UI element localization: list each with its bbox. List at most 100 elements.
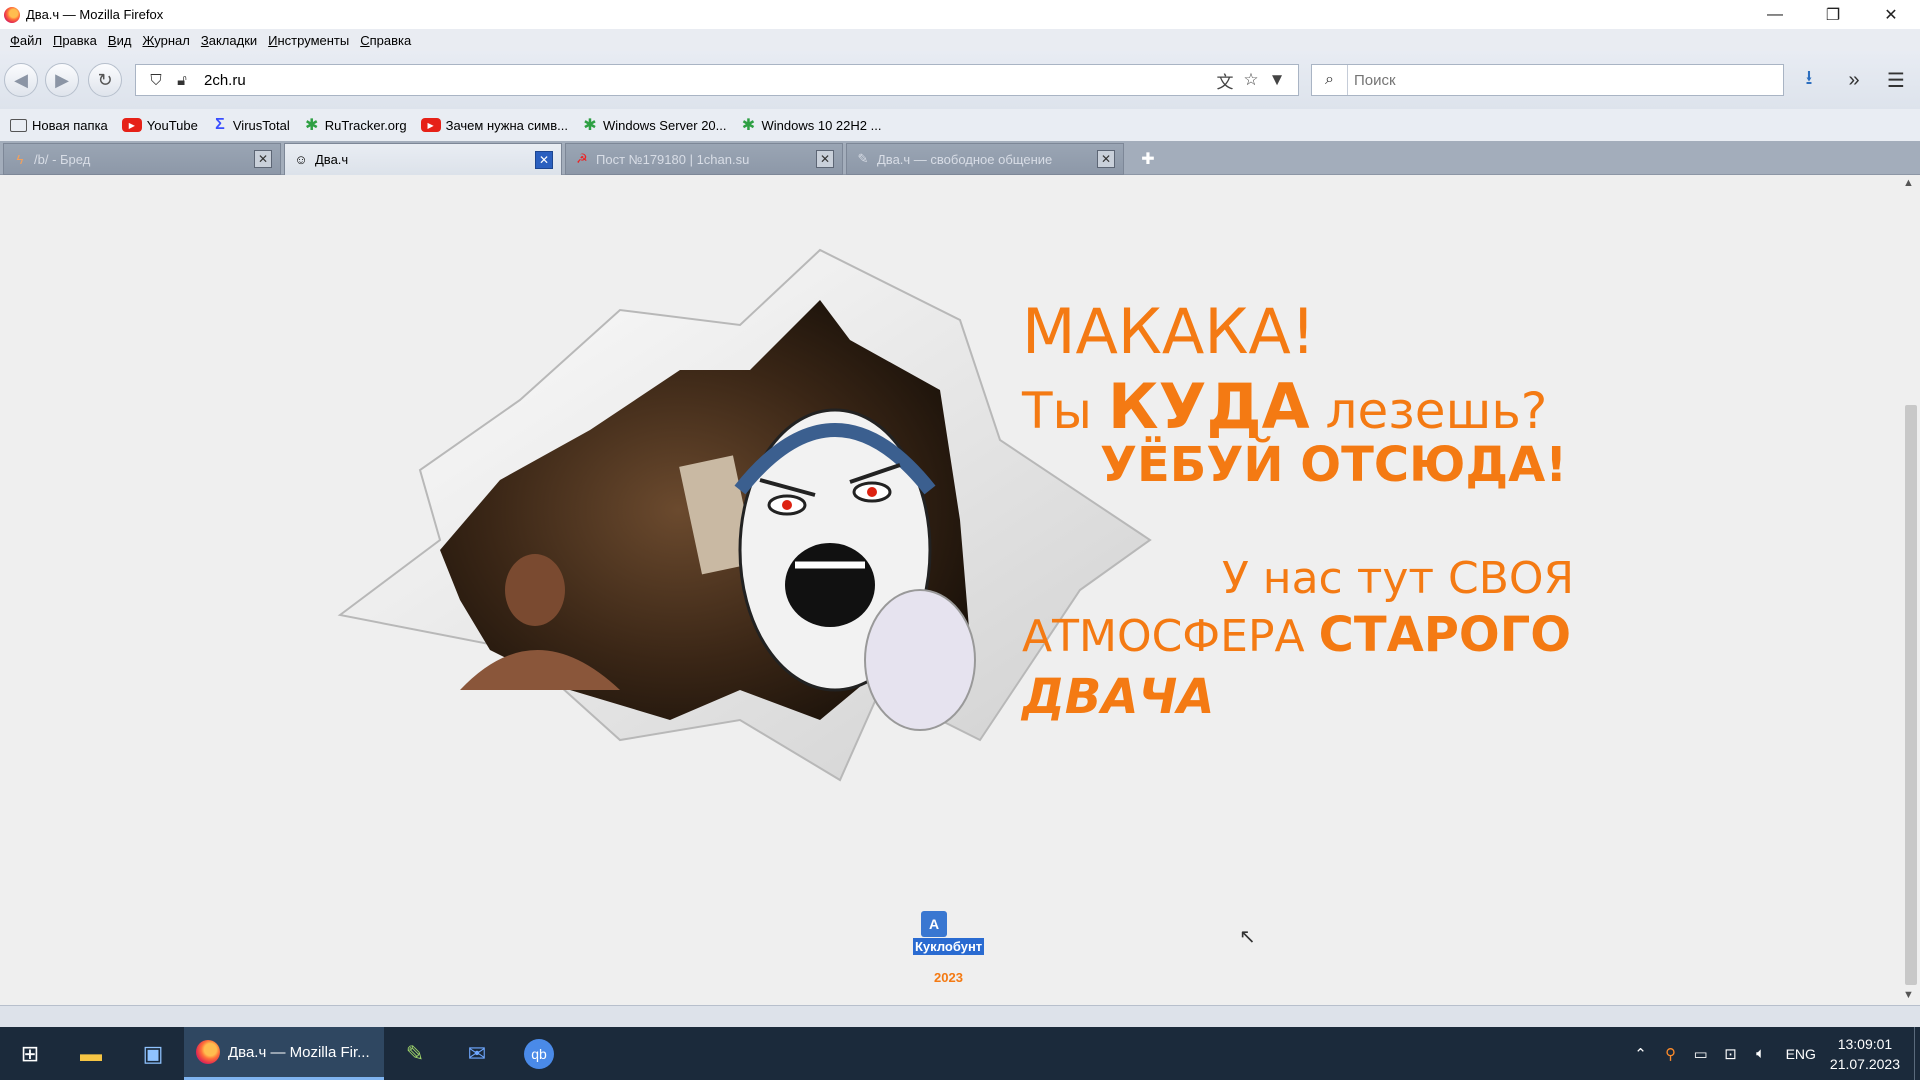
tab-close-button[interactable]: ✕ (535, 150, 553, 169)
overflow-chevron-icon[interactable]: » (1838, 65, 1870, 95)
bookmark-item[interactable]: ✱ Windows 10 22H2 ... (741, 117, 882, 134)
tab-1chan[interactable]: ☭ Пост №179180 | 1chan.su ✕ (565, 143, 843, 175)
qbittorrent-icon: qb (524, 1038, 554, 1069)
firefox-logo-icon (4, 6, 20, 23)
bookmark-item[interactable]: Новая папка (10, 118, 108, 133)
tab-close-button[interactable]: ✕ (254, 150, 272, 168)
banner-line-2: Ты КУДА лезешь? (1022, 370, 1548, 443)
control-panel-icon: ▣ (142, 1040, 164, 1066)
back-button[interactable]: ◀ (4, 63, 38, 97)
firefox-logo-icon (196, 1040, 220, 1064)
menu-file[interactable]: Файл (10, 33, 42, 48)
search-icon[interactable]: ⌕ (1312, 65, 1348, 95)
clock[interactable]: 13:09:01 21.07.2023 (1830, 1034, 1900, 1074)
bookmark-star-icon[interactable]: ☆ (1240, 69, 1262, 91)
title-bar: Два.ч — Mozilla Firefox — ❐ ✕ (0, 0, 1920, 29)
close-window-button[interactable]: ✕ (1862, 0, 1920, 29)
tab-strip: ϟ /b/ - Бред ✕ ☺ Два.ч ✕ ☭ Пост №179180 … (0, 141, 1920, 175)
rutracker-icon: ✱ (583, 117, 597, 134)
menu-history[interactable]: Журнал (142, 33, 189, 48)
tray-expand-icon[interactable]: ⌃ (1626, 1045, 1656, 1063)
start-button[interactable]: ⊞ (0, 1027, 60, 1080)
footer-year: 2023 (934, 970, 963, 985)
lightning-icon: ϟ (16, 151, 24, 167)
scrollbar-thumb[interactable] (1905, 405, 1917, 985)
taskbar-thunderbird[interactable]: ✉ (446, 1027, 508, 1080)
menu-help[interactable]: Справка (360, 33, 411, 48)
feather-icon: ✎ (857, 151, 869, 166)
forward-button[interactable]: ▶ (45, 63, 79, 97)
bookmark-item[interactable]: ▶ Зачем нужна симв... (420, 118, 568, 133)
scroll-down-icon[interactable]: ▼ (1903, 989, 1914, 1001)
taskbar-notepad[interactable]: ✎ (384, 1027, 446, 1080)
mouse-cursor-icon: ↖ (1239, 926, 1256, 948)
reload-button[interactable]: ↻ (88, 63, 122, 97)
new-tab-icon: ✚ (1141, 151, 1155, 168)
tab-bred[interactable]: ϟ /b/ - Бред ✕ (3, 143, 281, 175)
search-bar[interactable]: ⌕ (1311, 64, 1784, 96)
downloads-icon[interactable]: ⭳ (1793, 65, 1825, 95)
bookmark-item[interactable]: ▶ YouTube (121, 118, 198, 133)
search-icon[interactable]: ⚲ (1656, 1045, 1686, 1063)
bookmark-item[interactable]: Σ VirusTotal (212, 116, 290, 133)
page-viewport: МАКАКА! Ты КУДА лезешь? УЁБУЙ ОТСЮДА! У … (0, 175, 1900, 1005)
forward-arrow-icon: ▶ (55, 69, 69, 90)
tab-close-button[interactable]: ✕ (816, 150, 834, 168)
banner-line-5: АТМОСФЕРА СТАРОГО (1022, 607, 1572, 663)
banner-line-6: ДВАЧА (1022, 669, 1215, 725)
windows-logo-icon: ⊞ (20, 1040, 40, 1066)
restore-button[interactable]: ❐ (1804, 0, 1862, 29)
taskbar-explorer[interactable]: ▬ (60, 1027, 122, 1080)
clock-time: 13:09:01 (1837, 1035, 1893, 1052)
url-bar[interactable]: ⛉ 🔓︎ 2ch.ru 文 ☆ ▼ (135, 64, 1299, 96)
clock-date: 21.07.2023 (1829, 1055, 1900, 1072)
volume-icon[interactable]: 🔈︎ (1746, 1045, 1776, 1062)
taskbar-firefox[interactable]: Два.ч — Mozilla Fir... (184, 1027, 384, 1080)
chevron-down-icon[interactable]: ▼ (1266, 69, 1288, 91)
rutracker-icon: ✱ (305, 117, 319, 134)
kuklobunt-link[interactable]: Куклобунт (913, 938, 985, 955)
taskbar: ⊞ ▬ ▣ Два.ч — Mozilla Fir... ✎ ✉ qb ⌃ ⚲ … (0, 1027, 1920, 1080)
dvach-face-icon: ☺ (294, 152, 308, 167)
banner-line-3: УЁБУЙ ОТСЮДА! (1100, 437, 1568, 493)
menu-edit[interactable]: Правка (53, 33, 97, 48)
url-text[interactable]: 2ch.ru (204, 72, 1214, 89)
hamburger-menu-icon[interactable]: ☰ (1880, 65, 1912, 95)
translate-badge-icon[interactable]: A (921, 911, 947, 937)
hammer-sickle-icon: ☭ (576, 151, 588, 166)
lock-insecure-icon[interactable]: 🔓︎ (172, 70, 192, 90)
youtube-icon: ▶ (121, 118, 142, 132)
taskbar-qbittorrent[interactable]: qb (508, 1027, 570, 1080)
bookmark-item[interactable]: ✱ RuTracker.org (304, 117, 407, 134)
tab-dvach-free[interactable]: ✎ Два.ч — свободное общение ✕ (846, 143, 1124, 175)
search-input[interactable] (1354, 71, 1774, 89)
language-indicator[interactable]: ENG (1786, 1046, 1816, 1062)
banner-line-1: МАКАКА! (1022, 295, 1316, 368)
tab-dvach[interactable]: ☺ Два.ч ✕ (284, 143, 562, 175)
reload-icon: ↻ (97, 69, 113, 90)
taskbar-control-panel[interactable]: ▣ (122, 1027, 184, 1080)
minimize-button[interactable]: — (1746, 0, 1804, 29)
bookmark-item[interactable]: ✱ Windows Server 20... (582, 117, 726, 134)
menu-view[interactable]: Вид (108, 33, 132, 48)
status-strip (0, 1005, 1920, 1027)
new-tab-button[interactable]: ✚ (1137, 148, 1159, 170)
shield-icon[interactable]: ⛉ (146, 70, 166, 90)
tab-close-button[interactable]: ✕ (1097, 150, 1115, 168)
folder-icon (10, 118, 27, 132)
window-title: Два.ч — Mozilla Firefox (26, 7, 164, 22)
youtube-icon: ▶ (420, 118, 441, 132)
translate-icon[interactable]: 文 (1214, 69, 1236, 92)
network-icon[interactable]: ⊡ (1716, 1045, 1746, 1063)
page-scrollbar[interactable]: ▲ ▼ (1900, 175, 1920, 1005)
banner-line-4: У нас тут СВОЯ (1222, 553, 1575, 604)
system-tray: ⌃ ⚲ ▭ ⊡ 🔈︎ ENG 13:09:01 21.07.2023 (1626, 1027, 1920, 1080)
menu-tools[interactable]: Инструменты (268, 33, 349, 48)
bookmarks-toolbar: Новая папка ▶ YouTube Σ VirusTotal ✱ RuTrac… (0, 109, 1920, 141)
rutracker-icon: ✱ (741, 117, 756, 134)
scroll-up-icon[interactable]: ▲ (1903, 177, 1914, 189)
show-desktop-button[interactable] (1914, 1027, 1920, 1080)
battery-icon[interactable]: ▭ (1686, 1045, 1716, 1063)
menu-bookmarks[interactable]: Закладки (201, 33, 257, 48)
navigation-toolbar: ◀ ▶ ↻ ⛉ 🔓︎ 2ch.ru 文 ☆ ▼ ⌕ ⭳ » ☰ (0, 51, 1920, 109)
